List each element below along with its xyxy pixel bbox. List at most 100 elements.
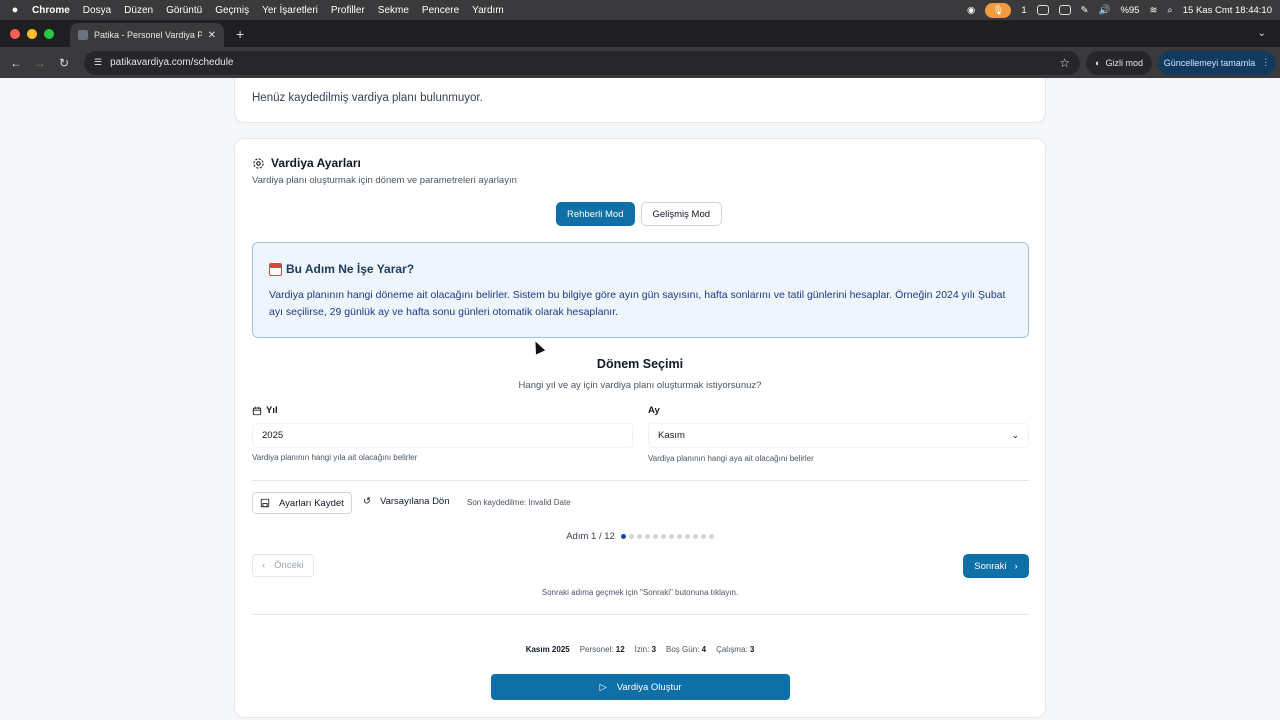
summary-free: Boş Gün: 4	[666, 645, 706, 654]
menu-sekme[interactable]: Sekme	[378, 5, 409, 16]
bookmark-star-icon[interactable]: ☆	[1059, 56, 1070, 70]
url-text[interactable]: patikavardiya.com/schedule	[110, 57, 233, 68]
summary-free-label: Boş Gün:	[666, 645, 700, 654]
guided-mode-button[interactable]: Rehberli Mod	[556, 202, 635, 226]
chevron-down-icon: ⌄	[1011, 430, 1019, 440]
generate-label: Vardiya Oluştur	[616, 681, 682, 693]
advanced-mode-button[interactable]: Gelişmiş Mod	[640, 202, 723, 226]
browser-tab[interactable]: Patika - Personel Vardiya Pla ✕	[70, 23, 224, 47]
menu-yer-isaretleri[interactable]: Yer İşaretleri	[262, 5, 318, 16]
battery-text[interactable]: %95	[1120, 5, 1139, 16]
menu-profiller[interactable]: Profiller	[331, 5, 365, 16]
step-dot[interactable]	[668, 534, 674, 539]
summary-work-value: 3	[749, 645, 755, 654]
calendar-emoji-icon	[269, 262, 282, 276]
incognito-indicator[interactable]: ◐ Gizli mod	[1086, 50, 1152, 75]
step-dots	[620, 534, 714, 539]
summary-period: Kasım 2025	[525, 645, 570, 654]
empty-state-text: Henüz kaydedilmiş vardiya planı bulunmuy…	[252, 92, 483, 104]
zoom-window-button[interactable]	[44, 29, 54, 39]
volume-icon[interactable]: 🔊	[1099, 5, 1111, 16]
record-icon[interactable]: ◉	[967, 5, 975, 16]
reload-icon[interactable]: ↻	[52, 56, 76, 70]
play-icon: ▷	[599, 681, 607, 693]
address-bar[interactable]: ☰ patikavardiya.com/schedule ☆	[84, 50, 1080, 75]
reset-defaults-button[interactable]: ↺ Varsayılana Dön	[363, 496, 450, 507]
menu-chrome[interactable]: Chrome	[32, 5, 70, 16]
month-select[interactable]: Kasım ⌄	[648, 423, 1029, 448]
tab-title: Patika - Personel Vardiya Pla	[94, 30, 202, 40]
apple-icon[interactable]: ●	[8, 4, 22, 16]
status-area: ◉ 🎙 1 ✎ 🔊 %95 ≋ ⌕ 15 Kas Cmt 18:44:10	[967, 2, 1272, 18]
calendar-icon	[252, 406, 262, 415]
year-input[interactable]: 2025	[252, 423, 633, 448]
site-info-icon[interactable]: ☰	[94, 57, 102, 68]
menu-dosya[interactable]: Dosya	[83, 5, 111, 16]
month-help: Vardiya planının hangi aya ait olacağını…	[648, 454, 814, 463]
summary-leave: İzin: 3	[635, 645, 656, 654]
new-tab-button[interactable]: +	[236, 26, 244, 42]
step-dot[interactable]	[708, 534, 714, 539]
page-viewport: Henüz kaydedilmiş vardiya planı bulunmuy…	[0, 78, 1280, 720]
incognito-icon: ◐	[1095, 57, 1101, 68]
generate-shift-button[interactable]: ▷ Vardiya Oluştur	[491, 674, 790, 700]
next-button[interactable]: Sonraki ›	[963, 554, 1029, 578]
forward-icon[interactable]: →	[28, 56, 52, 70]
minimize-window-button[interactable]	[27, 29, 37, 39]
pin-icon[interactable]: ✎	[1081, 5, 1089, 16]
summary-leave-label: İzin:	[634, 645, 650, 654]
step-dot[interactable]	[620, 534, 626, 539]
previous-button[interactable]: ‹ Önceki	[252, 554, 314, 577]
status-icon[interactable]	[1058, 5, 1071, 15]
save-settings-button[interactable]: Ayarları Kaydet	[252, 492, 352, 514]
menu-goruntu[interactable]: Görüntü	[166, 5, 202, 16]
next-label: Sonraki	[974, 560, 1007, 572]
last-saved-text: Son kaydedilme: Invalid Date	[467, 498, 571, 507]
menu-gecmis[interactable]: Geçmiş	[215, 5, 249, 16]
step-dot[interactable]	[700, 534, 706, 539]
step-dot[interactable]	[676, 534, 682, 539]
step-indicator: Adım 1 / 12	[235, 531, 1045, 542]
info-title: Bu Adım Ne İşe Yarar?	[286, 262, 415, 276]
spotlight-icon[interactable]: ⌕	[1167, 5, 1172, 16]
reset-defaults-label: Varsayılana Dön	[379, 496, 450, 507]
notification-badge[interactable]: 1	[1021, 5, 1026, 16]
step-dot[interactable]	[636, 534, 642, 539]
menu-yardim[interactable]: Yardım	[472, 5, 504, 16]
divider	[252, 614, 1029, 615]
status-icon[interactable]	[1036, 5, 1049, 15]
summary-work: Çalışma: 3	[716, 645, 754, 654]
wifi-icon[interactable]: ≋	[1149, 5, 1157, 16]
menu-duzen[interactable]: Düzen	[124, 5, 153, 16]
step-dot[interactable]	[660, 534, 666, 539]
step-dot[interactable]	[652, 534, 658, 539]
menu-pencere[interactable]: Pencere	[422, 5, 459, 16]
favicon-icon	[78, 30, 88, 40]
browser-tab-strip: Patika - Personel Vardiya Pla ✕ + ⌄	[0, 20, 1280, 47]
step-dot[interactable]	[628, 534, 634, 539]
settings-title: Vardiya Ayarları	[271, 156, 361, 170]
year-label: Yıl	[266, 405, 278, 416]
month-label: Ay	[648, 405, 660, 416]
step-dot[interactable]	[644, 534, 650, 539]
month-value: Kasım	[658, 430, 685, 441]
update-button[interactable]: Güncellemeyi tamamla ⋮	[1158, 50, 1276, 75]
datetime[interactable]: 15 Kas Cmt 18:44:10	[1183, 5, 1272, 16]
back-icon[interactable]: ←	[4, 56, 28, 70]
macos-menubar: ● Chrome Dosya Düzen Görüntü Geçmiş Yer …	[0, 0, 1280, 20]
settings-header: Vardiya Ayarları	[252, 156, 361, 170]
gear-icon	[253, 157, 264, 169]
more-menu-icon[interactable]: ⋮	[1261, 57, 1270, 68]
close-tab-icon[interactable]: ✕	[208, 30, 216, 41]
save-settings-label: Ayarları Kaydet	[279, 497, 344, 509]
microphone-icon[interactable]: 🎙	[985, 2, 1012, 18]
info-box: Bu Adım Ne İşe Yarar? Vardiya planının h…	[252, 242, 1029, 338]
section-title: Dönem Seçimi	[596, 357, 684, 371]
incognito-label: Gizli mod	[1105, 57, 1143, 68]
close-window-button[interactable]	[10, 29, 20, 39]
tab-search-chevron-icon[interactable]: ⌄	[1258, 28, 1266, 39]
step-dot[interactable]	[684, 534, 690, 539]
year-help: Vardiya planının hangi yıla ait olacağın…	[252, 453, 418, 462]
step-dot[interactable]	[692, 534, 698, 539]
summary-staff-value: 12	[615, 645, 625, 654]
